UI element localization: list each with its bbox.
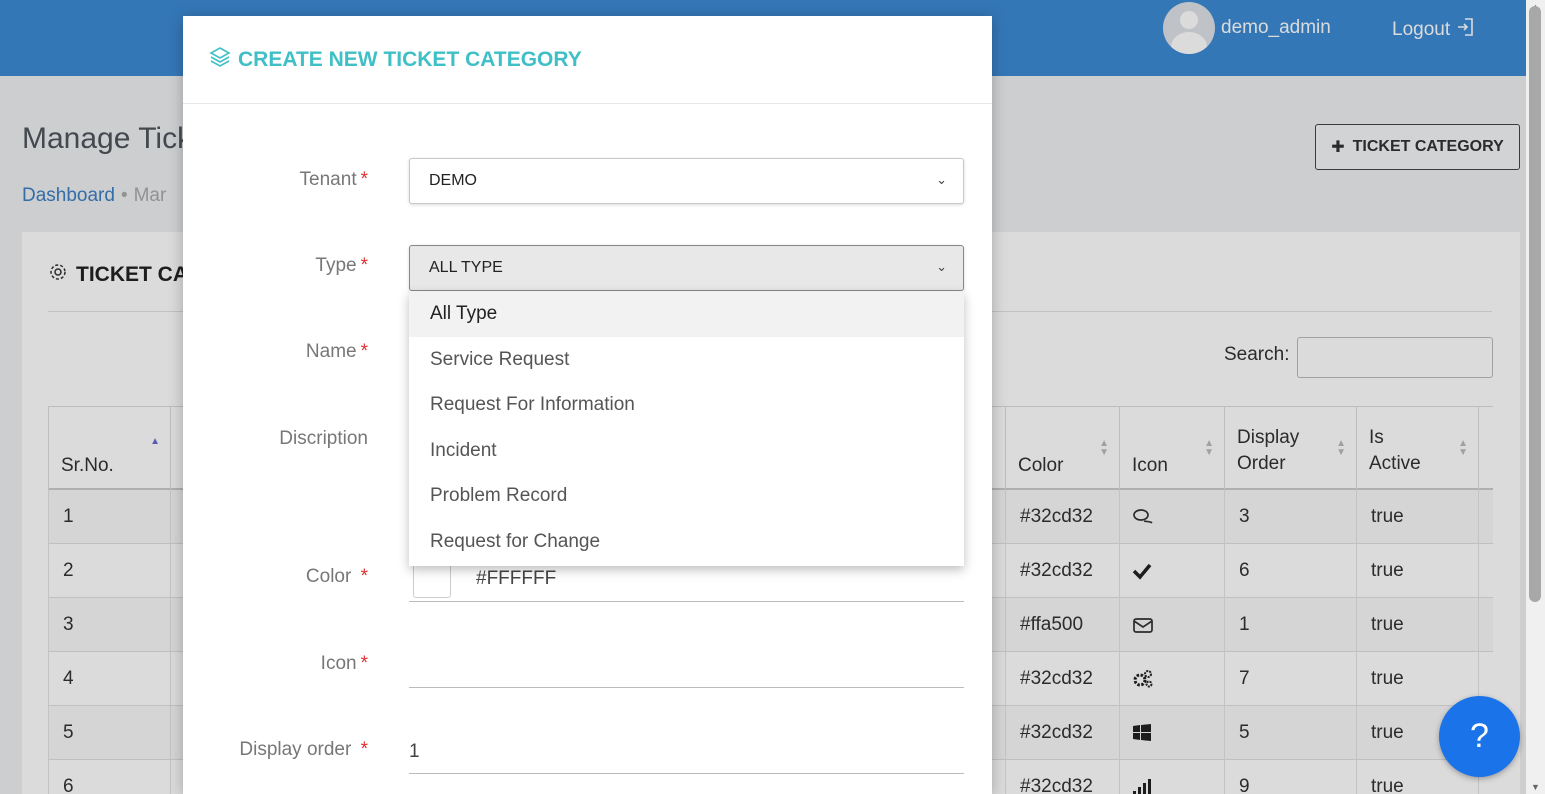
icon-label: Icon * — [320, 653, 368, 674]
page-scrollbar[interactable]: ▲ ▼ — [1526, 0, 1545, 794]
type-option-request-for-information[interactable]: Request For Information — [409, 382, 964, 428]
tenant-label: Tenant * — [299, 169, 368, 190]
chevron-down-icon: ⌄ — [936, 259, 947, 274]
type-option-request-for-change[interactable]: Request for Change — [409, 519, 964, 565]
required-marker: * — [360, 255, 368, 276]
required-marker: * — [360, 169, 368, 190]
required-marker: * — [360, 341, 368, 362]
scrollbar-thumb[interactable] — [1529, 6, 1541, 602]
color-swatch[interactable] — [413, 562, 451, 598]
color-underline — [409, 601, 964, 602]
type-select[interactable]: ALL TYPE ⌄ — [409, 245, 964, 291]
display-order-input[interactable]: 1 — [409, 741, 420, 763]
type-option-service-request[interactable]: Service Request — [409, 337, 964, 383]
color-label: Color * — [305, 566, 368, 587]
required-marker: * — [360, 653, 368, 674]
required-marker: * — [355, 566, 368, 587]
type-label: Type * — [315, 255, 368, 276]
name-label: Name * — [305, 341, 368, 362]
display-order-underline — [409, 773, 964, 774]
type-option-problem-record[interactable]: Problem Record — [409, 473, 964, 519]
description-label: Discription — [279, 428, 368, 449]
required-marker: * — [355, 739, 368, 760]
type-value: ALL TYPE — [429, 259, 503, 276]
scroll-down-icon[interactable]: ▼ — [1531, 782, 1540, 792]
help-button[interactable]: ? — [1439, 696, 1520, 777]
color-input[interactable]: #FFFFFF — [476, 568, 556, 590]
tenant-select[interactable]: DEMO ⌄ — [409, 158, 964, 204]
modal-header: CREATE NEW TICKET CATEGORY — [183, 16, 992, 104]
chevron-down-icon: ⌄ — [936, 172, 947, 187]
display-order-label: Display order * — [239, 739, 368, 760]
tenant-value: DEMO — [429, 172, 477, 189]
type-option-incident[interactable]: Incident — [409, 428, 964, 474]
type-dropdown-list: All Type Service Request Request For Inf… — [409, 291, 964, 566]
type-option-all-type[interactable]: All Type — [409, 291, 964, 337]
icon-input[interactable] — [409, 687, 964, 688]
modal-title: CREATE NEW TICKET CATEGORY — [238, 47, 582, 71]
layers-icon — [208, 46, 232, 73]
